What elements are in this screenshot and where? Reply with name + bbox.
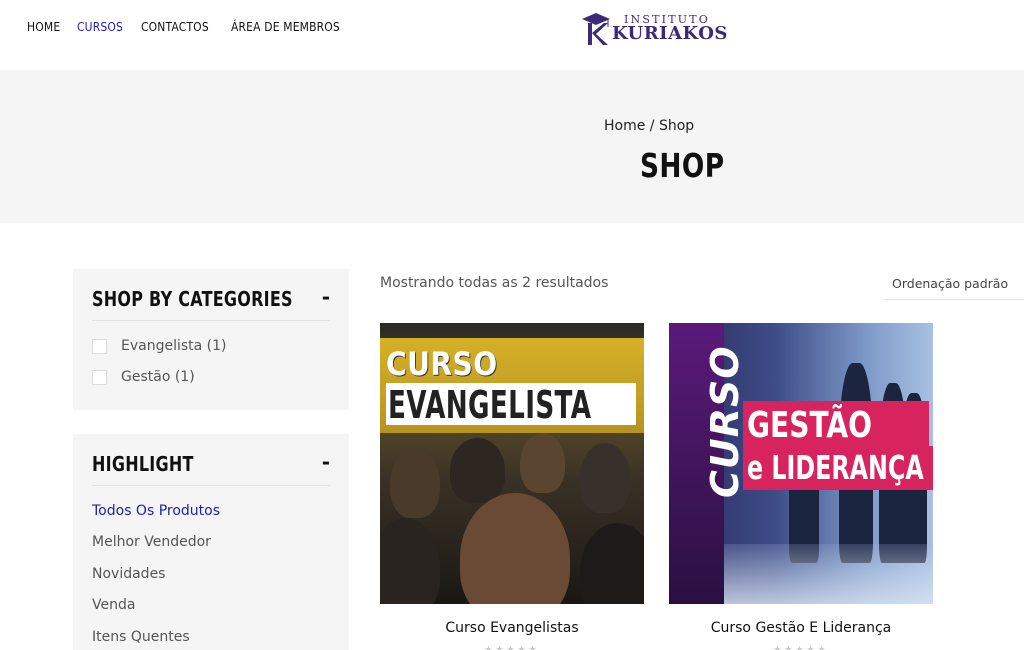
highlight-item-todos[interactable]: Todos Os Produtos — [92, 503, 220, 519]
product-image[interactable]: CURSO GESTÃO e LIDERANÇA — [669, 323, 933, 604]
page-title: SHOP — [640, 146, 725, 185]
category-checkbox[interactable] — [92, 338, 107, 354]
site-logo[interactable]: INSTITUTO KURIAKOS — [580, 10, 728, 46]
breadcrumb[interactable]: Home / Shop — [604, 118, 694, 134]
categories-title: SHOP BY CATEGORIES — [92, 287, 293, 311]
graduation-cap-icon — [580, 11, 610, 45]
category-label: Gestão (1) — [121, 369, 195, 385]
product-card[interactable]: CURSO EVANGELISTA Curso Evangelistas ★★★… — [380, 323, 644, 650]
image-tag-lideranca: e LIDERANÇA — [743, 446, 933, 490]
main-nav: HOME CURSOS CONTACTOS ÁREA DE MEMBROS — [27, 19, 358, 34]
category-item-gestao[interactable]: Gestão (1) — [92, 369, 195, 385]
category-checkbox[interactable] — [92, 369, 107, 385]
page-hero: Home / Shop SHOP — [0, 70, 1024, 223]
ordering-select[interactable]: Ordenação padrão — [884, 269, 1024, 300]
crowd-illustration — [380, 433, 644, 604]
image-label-lideranca: e LIDERANÇA — [747, 448, 924, 487]
rating-stars-icon: ★★★★★ — [484, 645, 540, 650]
highlight-collapse-toggle[interactable]: - — [322, 450, 330, 474]
image-floor — [724, 544, 933, 604]
product-image[interactable]: CURSO EVANGELISTA — [380, 323, 644, 604]
nav-area-membros[interactable]: ÁREA DE MEMBROS — [231, 19, 340, 34]
image-label-box: EVANGELISTA — [386, 383, 636, 427]
image-label-gestao: GESTÃO — [747, 405, 873, 446]
nav-home[interactable]: HOME — [27, 19, 60, 34]
image-label-curso: CURSO — [703, 345, 747, 498]
logo-bottom-text: KURIAKOS — [612, 22, 728, 44]
categories-collapse-toggle[interactable]: - — [322, 285, 330, 309]
product-name[interactable]: Curso Gestão E Liderança — [669, 620, 933, 636]
nav-contactos[interactable]: CONTACTOS — [141, 19, 209, 34]
highlight-widget: HIGHLIGHT - Todos Os Produtos Melhor Ven… — [73, 434, 349, 650]
site-header: HOME CURSOS CONTACTOS ÁREA DE MEMBROS IN… — [0, 0, 1024, 70]
highlight-title: HIGHLIGHT — [92, 452, 194, 476]
highlight-item-itens-quentes[interactable]: Itens Quentes — [92, 629, 190, 645]
highlight-header: HIGHLIGHT - — [92, 434, 330, 486]
category-label: Evangelista (1) — [121, 338, 227, 354]
image-label-evangelista: EVANGELISTA — [388, 383, 592, 427]
image-label-curso: CURSO — [386, 345, 498, 383]
highlight-item-venda[interactable]: Venda — [92, 597, 135, 613]
highlight-item-melhor-vendedor[interactable]: Melhor Vendedor — [92, 534, 211, 550]
categories-header: SHOP BY CATEGORIES - — [92, 269, 330, 321]
nav-cursos[interactable]: CURSOS — [77, 19, 123, 34]
rating-stars-icon: ★★★★★ — [773, 645, 829, 650]
category-item-evangelista[interactable]: Evangelista (1) — [92, 338, 227, 354]
highlight-item-novidades[interactable]: Novidades — [92, 566, 165, 582]
product-name[interactable]: Curso Evangelistas — [380, 620, 644, 636]
product-card[interactable]: CURSO GESTÃO e LIDERANÇA Curso Gestão E … — [669, 323, 933, 650]
result-count: Mostrando todas as 2 resultados — [380, 275, 609, 291]
categories-widget: SHOP BY CATEGORIES - Evangelista (1) Ges… — [73, 269, 349, 410]
